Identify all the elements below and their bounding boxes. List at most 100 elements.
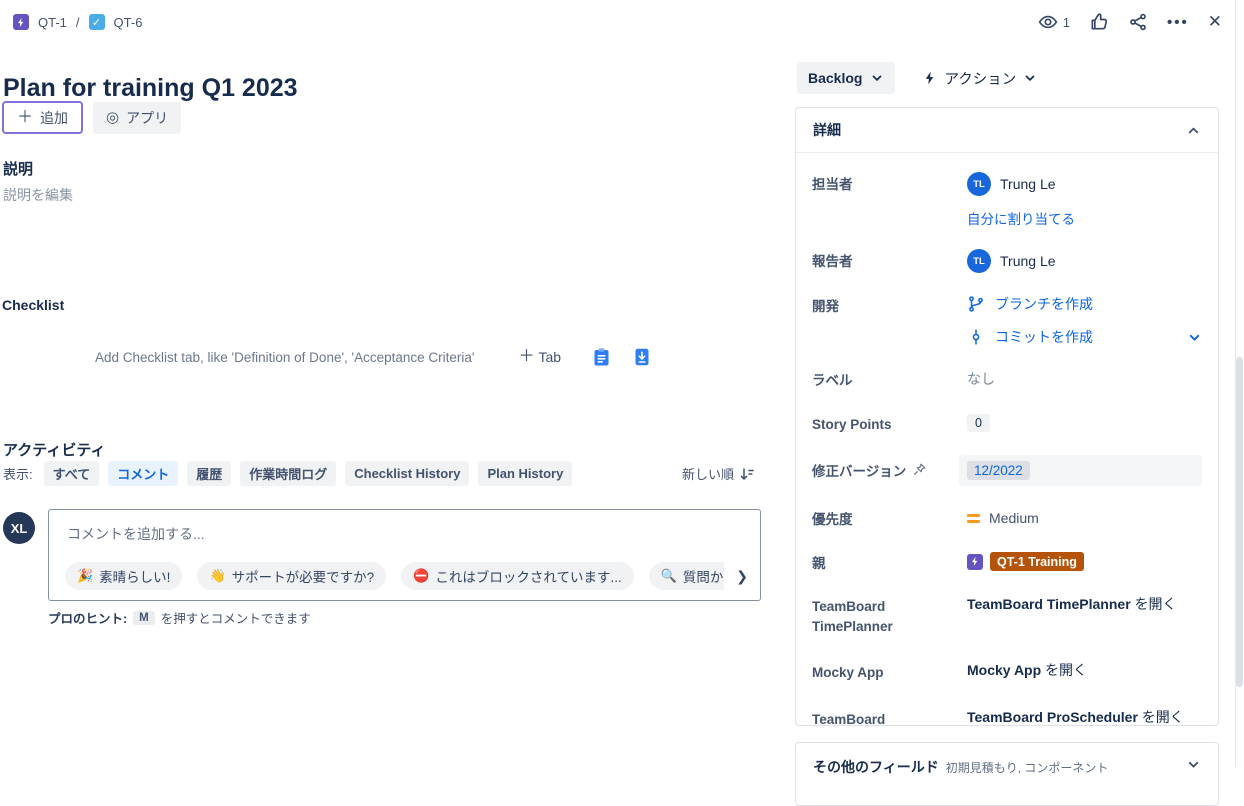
- no-entry-icon: ⛔: [413, 568, 429, 584]
- quick-reply-label: 素晴らしい!: [99, 566, 170, 586]
- magnifier-icon: 🔍: [661, 568, 677, 584]
- filter-tab-all[interactable]: すべて: [44, 461, 100, 486]
- priority-value[interactable]: Medium: [967, 510, 1202, 526]
- sort-order-label: 新しい順: [682, 464, 734, 483]
- filter-tab-checklist-history[interactable]: Checklist History: [345, 461, 469, 486]
- pin-icon: [912, 462, 927, 477]
- field-row-assignee: 担当者 TL Trung Le 自分に割り当てる: [812, 172, 1202, 228]
- parent-epic-badge[interactable]: QT-1 Training: [990, 552, 1084, 571]
- chevron-right-icon: ❯: [736, 568, 748, 584]
- filter-tab-history[interactable]: 履歴: [187, 461, 231, 486]
- apps-icon: ◎: [106, 110, 119, 125]
- mocky-app-label: Mocky App: [812, 660, 967, 683]
- add-button[interactable]: ＋ 追加: [2, 101, 83, 134]
- share-icon: [1128, 12, 1148, 32]
- quick-reply-need-help[interactable]: 👋 サポートが必要ですか?: [197, 562, 386, 590]
- field-row-reporter: 報告者 TL Trung Le: [812, 249, 1202, 273]
- checklist-template-button[interactable]: [594, 348, 609, 366]
- close-button[interactable]: ✕: [1208, 12, 1222, 32]
- waving-hand-icon: 👋: [209, 568, 225, 584]
- quick-reply-label: サポートが必要ですか?: [232, 566, 375, 586]
- current-user-avatar[interactable]: XL: [3, 512, 35, 544]
- quick-reply-label: 質問か: [683, 566, 724, 586]
- apps-button[interactable]: ◎ アプリ: [93, 102, 181, 134]
- create-branch-label: ブランチを作成: [995, 294, 1093, 314]
- fix-versions-label: 修正バージョン: [812, 459, 967, 482]
- comment-box[interactable]: 🎉 素晴らしい! 👋 サポートが必要ですか? ⛔ これはブロックされています..…: [48, 509, 761, 601]
- like-button[interactable]: [1089, 12, 1109, 32]
- reporter-avatar: TL: [967, 249, 991, 273]
- open-timeplanner-link[interactable]: TeamBoard TimePlanner を開く: [967, 594, 1202, 614]
- party-popper-icon: 🎉: [77, 568, 93, 584]
- more-actions-button[interactable]: •••: [1167, 14, 1189, 31]
- comment-input[interactable]: [65, 525, 725, 543]
- breadcrumb-current-key[interactable]: QT-6: [114, 15, 143, 30]
- create-branch-link[interactable]: ブランチを作成: [967, 294, 1202, 314]
- open-mocky-app-link[interactable]: Mocky App を開く: [967, 660, 1202, 680]
- assign-to-me-link[interactable]: 自分に割り当てる: [967, 208, 1075, 228]
- add-checklist-tab-button[interactable]: ＋ Tab: [519, 349, 562, 365]
- chevron-down-icon: [870, 71, 884, 85]
- actions-label: アクション: [944, 68, 1016, 89]
- details-panel-header[interactable]: 詳細: [796, 108, 1218, 153]
- pro-tip-suffix: を押すとコメントできます: [161, 608, 311, 627]
- field-row-proscheduler: TeamBoard ProScheduler TeamBoard ProSche…: [812, 707, 1202, 726]
- checklist-import-button[interactable]: [635, 348, 649, 366]
- quick-reply-blocked[interactable]: ⛔ これはブロックされています...: [401, 562, 634, 590]
- checklist-empty-row: Add Checklist tab, like 'Definition of D…: [95, 348, 649, 366]
- add-tab-label: Tab: [539, 349, 562, 365]
- fix-versions-field[interactable]: 12/2022: [959, 455, 1202, 486]
- labels-value[interactable]: なし: [967, 369, 1202, 389]
- open-suffix: を開く: [1131, 596, 1177, 612]
- share-button[interactable]: [1128, 12, 1148, 32]
- assignee-value[interactable]: TL Trung Le: [967, 172, 1202, 196]
- story-points-value[interactable]: 0: [967, 414, 990, 432]
- sort-order-button[interactable]: 新しい順: [682, 464, 755, 483]
- create-commit-link[interactable]: コミットを作成: [967, 327, 1202, 347]
- field-row-story-points: Story Points 0: [812, 412, 1202, 435]
- filter-tab-worklog[interactable]: 作業時間ログ: [240, 461, 336, 486]
- description-edit-placeholder[interactable]: 説明を編集: [3, 185, 73, 205]
- fix-versions-label-text: 修正バージョン: [812, 462, 906, 482]
- more-fields-panel[interactable]: その他のフィールド 初期見積もり, コンポーネント: [795, 742, 1219, 806]
- filter-tab-comments[interactable]: コメント: [108, 461, 178, 486]
- epic-issue-type-icon: [967, 554, 983, 570]
- priority-name: Medium: [989, 510, 1039, 526]
- details-heading: 詳細: [813, 120, 841, 140]
- open-proscheduler-link[interactable]: TeamBoard ProScheduler を開く: [967, 707, 1202, 726]
- reporter-value[interactable]: TL Trung Le: [967, 249, 1202, 273]
- timeplanner-link-text: TeamBoard TimePlanner: [967, 596, 1131, 612]
- story-points-label: Story Points: [812, 412, 967, 435]
- development-label: 開発: [812, 294, 967, 317]
- quick-reply-row: 🎉 素晴らしい! 👋 サポートが必要ですか? ⛔ これはブロックされています..…: [65, 562, 724, 590]
- thumbs-up-icon: [1089, 12, 1109, 32]
- watch-control[interactable]: 1: [1038, 12, 1070, 32]
- quick-reply-label: これはブロックされています...: [435, 566, 621, 586]
- quick-reply-overflow-button[interactable]: ❯: [736, 568, 748, 585]
- download-file-icon: [635, 348, 649, 366]
- activity-filter-row: 表示: すべて コメント 履歴 作業時間ログ Checklist History…: [3, 461, 755, 486]
- development-expand-button[interactable]: [1187, 330, 1202, 345]
- clipboard-icon: [594, 348, 609, 366]
- fix-version-chip[interactable]: 12/2022: [967, 461, 1030, 480]
- priority-label: 優先度: [812, 507, 967, 530]
- apps-button-label: アプリ: [126, 108, 168, 128]
- status-dropdown-button[interactable]: Backlog: [797, 62, 895, 94]
- field-row-mocky-app: Mocky App Mocky App を開く: [812, 660, 1202, 683]
- open-suffix: を開く: [1041, 662, 1087, 678]
- mocky-app-link-text: Mocky App: [967, 662, 1041, 678]
- topbar: QT-1 / ✓ QT-6 1 ••• ✕: [13, 10, 1222, 34]
- filter-tab-plan-history[interactable]: Plan History: [478, 461, 572, 486]
- breadcrumb-parent-key[interactable]: QT-1: [38, 15, 67, 30]
- scrollbar-thumb[interactable]: [1236, 357, 1243, 687]
- show-label: 表示:: [3, 464, 33, 483]
- page-title: Plan for training Q1 2023: [3, 74, 298, 103]
- epic-issue-type-icon: [13, 14, 29, 30]
- actions-dropdown-button[interactable]: アクション: [919, 62, 1041, 94]
- quick-reply-question[interactable]: 🔍 質問か: [649, 562, 724, 590]
- page-scrollbar[interactable]: [1235, 0, 1244, 767]
- field-row-parent: 親 QT-1 Training: [812, 551, 1202, 574]
- quick-reply-looks-great[interactable]: 🎉 素晴らしい!: [65, 562, 182, 590]
- parent-value[interactable]: QT-1 Training: [967, 552, 1202, 571]
- comment-composer: XL 🎉 素晴らしい! 👋 サポートが必要ですか? ⛔ これはブロックされていま…: [3, 509, 761, 601]
